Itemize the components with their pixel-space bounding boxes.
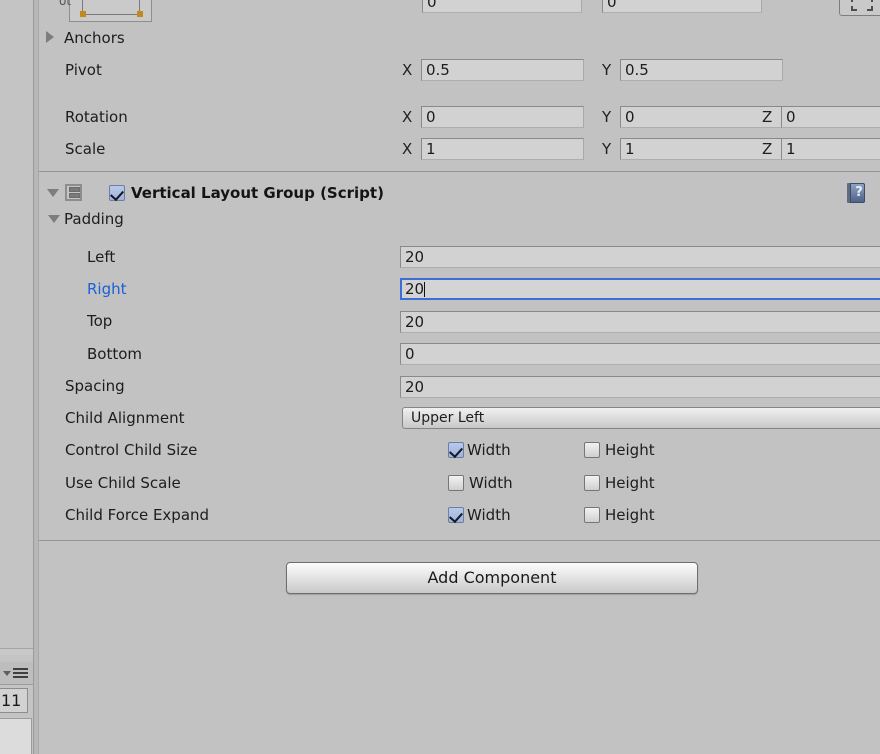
padding-left-label: Left [87,248,116,266]
pivot-x-field[interactable]: 0.5 [421,59,584,81]
scale-z-axis-label: Z [762,140,773,158]
child-alignment-dropdown[interactable]: Upper Left [402,407,880,429]
anchors-foldout-triangle-right-icon[interactable] [46,31,54,43]
rotation-z-field[interactable]: 0 [781,106,880,128]
blueprint-rect-icon[interactable] [839,0,880,16]
pivot-y-axis-label: Y [602,61,612,79]
left-dock-gutter [0,0,33,754]
use-child-scale-width-checkbox[interactable] [448,475,464,491]
rotation-x-field[interactable]: 0 [421,106,584,128]
bottom-left-panel: 11 [0,662,33,754]
control-child-size-height-label: Height [605,441,655,459]
bottom-left-panel-tabbar[interactable] [0,662,33,685]
control-child-size-width-label: Width [467,441,511,459]
component-enabled-checkbox[interactable] [109,185,125,201]
unity-editor-window: 11 ot 0 0 Anchors Pivot X 0.5 Y 0.5 Rota… [0,0,880,754]
component-bottom-separator [39,540,880,541]
bottom-left-panel-edge [0,648,33,655]
padding-bottom-field[interactable]: 0 [400,343,880,365]
spacing-field[interactable]: 20 [400,376,880,398]
pivot-x-axis-label: X [402,61,413,79]
padding-foldout-triangle-down-icon[interactable] [48,215,60,223]
anchor-preset-widget[interactable] [69,0,152,22]
rect-field-clipped-1[interactable]: 0 [422,0,582,13]
control-child-size-width-checkbox[interactable] [448,442,464,458]
inspector-panel: ot 0 0 Anchors Pivot X 0.5 Y 0.5 Rotatio… [39,0,880,754]
anchor-handle-left-icon [80,11,86,17]
rotation-z-axis-label: Z [762,108,773,126]
scale-x-axis-label: X [402,140,413,158]
caret-down-icon[interactable] [3,671,11,676]
hamburger-menu-icon[interactable] [13,668,28,679]
padding-bottom-label: Bottom [87,345,143,363]
child-alignment-label: Child Alignment [65,409,185,427]
child-force-expand-label: Child Force Expand [65,506,210,524]
scale-y-field[interactable]: 1 [620,138,783,160]
padding-right-label: Right [87,280,127,298]
padding-right-value: 20 [405,280,425,298]
pivot-y-field[interactable]: 0.5 [620,59,783,81]
component-foldout-triangle-down-icon[interactable] [47,189,59,197]
padding-top-field[interactable]: 20 [400,311,880,333]
padding-top-label: Top [87,312,113,330]
padding-right-field[interactable]: 20 [400,278,880,300]
anchor-preset-side-label: ot [59,0,72,8]
vertical-layout-group-icon [65,184,82,201]
rotation-label: Rotation [65,108,128,126]
spacing-label: Spacing [65,377,125,395]
rotation-y-field[interactable]: 0 [620,106,783,128]
use-child-scale-width-label: Width [469,474,513,492]
child-force-expand-height-label: Height [605,506,655,524]
control-child-size-height-checkbox[interactable] [584,442,600,458]
bottom-left-panel-body [0,718,32,754]
anchor-preset-rect [82,0,140,15]
dock-divider-left [33,0,34,754]
scale-z-field[interactable]: 1 [781,138,880,160]
help-book-icon[interactable]: ? [847,183,865,203]
pivot-label: Pivot [65,61,102,79]
scale-y-axis-label: Y [602,140,612,158]
scale-label: Scale [65,140,106,158]
add-component-button[interactable]: Add Component [286,562,698,594]
text-caret [424,282,426,297]
use-child-scale-height-checkbox[interactable] [584,475,600,491]
padding-left-field[interactable]: 20 [400,246,880,268]
child-force-expand-width-label: Width [467,506,511,524]
component-header[interactable]: Vertical Layout Group (Script) ? [39,183,880,209]
anchors-label[interactable]: Anchors [64,29,125,47]
bottom-left-value-field[interactable]: 11 [0,688,28,713]
child-force-expand-width-checkbox[interactable] [448,507,464,523]
component-top-separator [39,171,880,172]
rect-field-clipped-2[interactable]: 0 [602,0,762,13]
use-child-scale-label: Use Child Scale [65,474,181,492]
component-title: Vertical Layout Group (Script) [131,184,384,202]
control-child-size-label: Control Child Size [65,441,198,459]
child-force-expand-height-checkbox[interactable] [584,507,600,523]
scale-x-field[interactable]: 1 [421,138,584,160]
rotation-y-axis-label: Y [602,108,612,126]
padding-label[interactable]: Padding [64,210,124,228]
rotation-x-axis-label: X [402,108,413,126]
use-child-scale-height-label: Height [605,474,655,492]
anchor-handle-right-icon [137,11,143,17]
